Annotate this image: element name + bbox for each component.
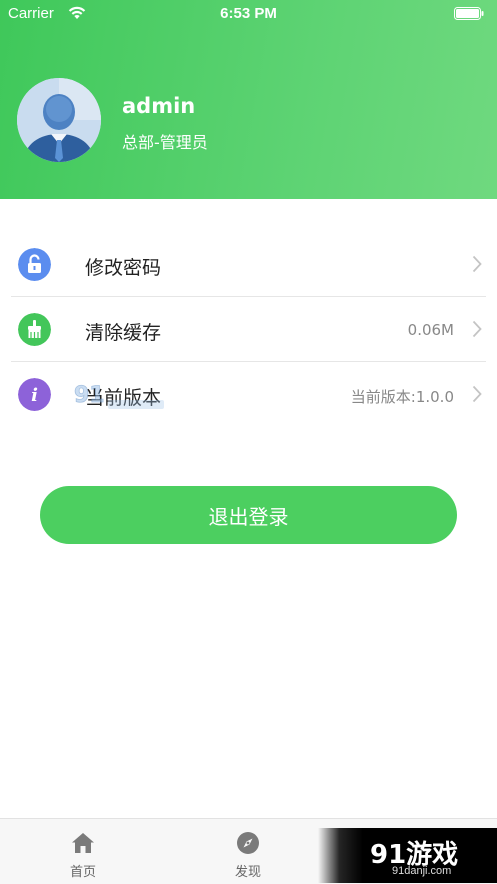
watermark-url: 91danji.com [392, 865, 452, 877]
cache-size-value: 0.06M [407, 321, 454, 339]
chevron-right-icon [472, 320, 482, 338]
compass-icon [237, 832, 259, 854]
menu-item-label: 修改密码 [85, 257, 162, 279]
battery-icon [454, 7, 484, 20]
svg-text:91: 91 [74, 383, 105, 408]
home-icon [72, 833, 94, 853]
watermark-badge: 91游戏 91danji.com [318, 828, 497, 883]
svg-text:i: i [31, 385, 38, 406]
clock: 6:53 PM [220, 5, 277, 22]
user-role: 总部-管理员 [122, 133, 208, 152]
menu-item-clear-cache[interactable]: 清除缓存 0.06M [11, 297, 486, 362]
lock-icon [18, 248, 51, 281]
menu-item-change-password[interactable]: 修改密码 [11, 232, 486, 297]
tab-label: 首页 [69, 865, 96, 880]
tab-discover[interactable]: 发现 [208, 819, 288, 884]
chevron-right-icon [472, 255, 482, 273]
broom-icon [18, 313, 51, 346]
profile-header: Carrier 6:53 PM admin 总部-管理员 [0, 0, 497, 199]
info-icon: i [18, 378, 51, 411]
tab-home[interactable]: 首页 [43, 819, 123, 884]
status-bar: Carrier 6:53 PM [0, 0, 497, 28]
watermark-logo-icon: 91 [74, 383, 164, 409]
logout-button[interactable]: 退出登录 [40, 486, 457, 544]
chevron-right-icon [472, 385, 482, 403]
avatar[interactable] [17, 78, 101, 162]
version-value: 当前版本:1.0.0 [350, 388, 454, 406]
tab-label: 发现 [234, 865, 261, 880]
user-name: admin [122, 94, 196, 118]
user-avatar-icon [17, 78, 101, 162]
menu-item-label: 清除缓存 [85, 322, 162, 344]
